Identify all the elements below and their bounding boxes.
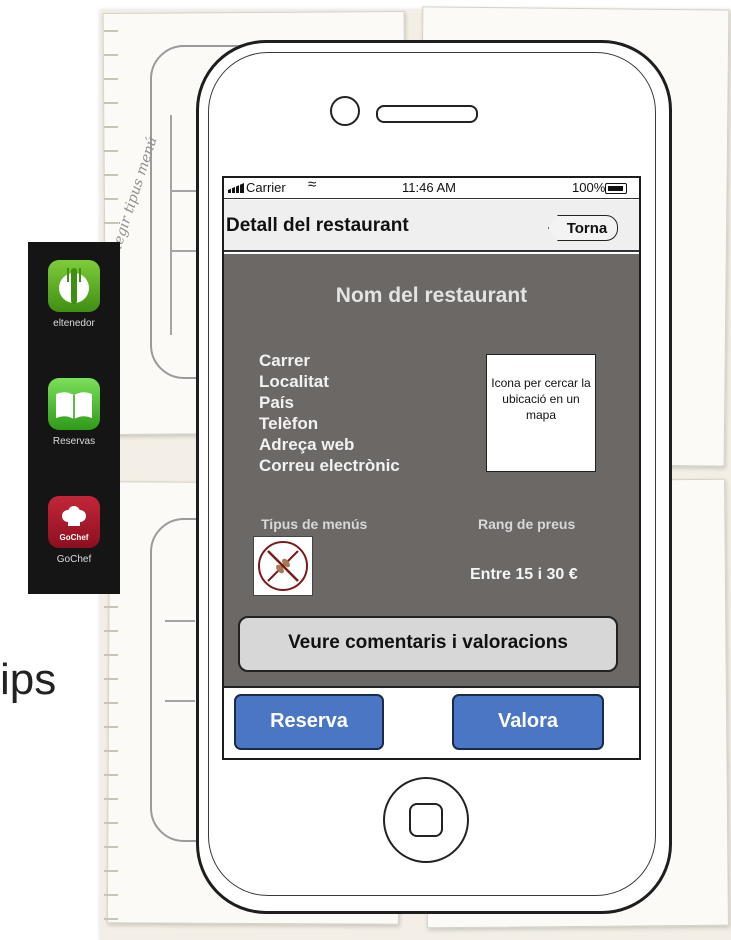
app-reservas[interactable]: Reservas bbox=[28, 378, 120, 447]
gluten-free-icon[interactable] bbox=[253, 536, 313, 596]
price-range-value: Entre 15 i 30 € bbox=[470, 566, 578, 583]
wifi-icon: ≈ bbox=[308, 176, 317, 193]
app-gochef[interactable]: GoChef GoChef bbox=[28, 496, 120, 565]
battery-percentage: 100% bbox=[572, 180, 606, 195]
sketch-line bbox=[165, 620, 195, 622]
restaurant-detail: Nom del restaurant Carrer Localitat País… bbox=[224, 254, 639, 686]
chef-hat-icon: GoChef bbox=[48, 496, 100, 548]
restaurant-name: Nom del restaurant bbox=[335, 284, 528, 307]
icon-circle bbox=[258, 541, 308, 591]
home-square-icon bbox=[409, 803, 443, 837]
rate-button[interactable]: Valora bbox=[452, 694, 604, 750]
speaker-icon bbox=[376, 105, 478, 123]
slide-text-fragment: ips bbox=[0, 655, 57, 704]
menu-types-label: Tipus de menús bbox=[261, 516, 368, 532]
home-button[interactable] bbox=[383, 777, 469, 863]
app-badge: GoChef bbox=[59, 533, 89, 542]
map-button[interactable]: Icona per cercar la ubicació en un mapa bbox=[486, 354, 596, 472]
sketch-line bbox=[165, 700, 195, 702]
price-range-label: Rang de preus bbox=[478, 516, 576, 532]
status-bar: Carrier ≈ 11:46 AM 100% bbox=[224, 178, 639, 199]
book-icon bbox=[48, 378, 100, 430]
bottom-action-bar: Reserva Valora bbox=[224, 686, 639, 758]
reserve-button[interactable]: Reserva bbox=[234, 694, 384, 750]
app-eltenedor[interactable]: eltenedor bbox=[28, 260, 120, 329]
info-city: Localitat bbox=[259, 372, 329, 391]
info-country: País bbox=[259, 393, 294, 412]
status-time: 11:46 AM bbox=[402, 180, 456, 195]
carrier-label: Carrier bbox=[246, 180, 286, 195]
app-label: GoChef bbox=[56, 554, 92, 565]
app-label: Reservas bbox=[52, 436, 96, 447]
nav-bar: Detall del restaurant Torna bbox=[224, 200, 639, 252]
signal-icon bbox=[228, 183, 244, 193]
info-street: Carrer bbox=[259, 351, 311, 370]
view-reviews-button[interactable]: Veure comentaris i valoracions bbox=[238, 616, 618, 672]
battery-icon bbox=[605, 183, 627, 194]
app-label: eltenedor bbox=[53, 318, 95, 329]
app-strip: eltenedor Reservas GoChef GoChef bbox=[28, 242, 120, 594]
page-title: Detall del restaurant bbox=[226, 215, 409, 236]
back-button[interactable]: Torna bbox=[548, 215, 618, 241]
info-website[interactable]: Adreça web bbox=[259, 434, 400, 455]
info-email[interactable]: Correu electrònic bbox=[259, 455, 400, 476]
camera-icon bbox=[330, 96, 360, 126]
sketch-line bbox=[170, 115, 172, 335]
fork-icon bbox=[48, 260, 100, 312]
info-phone[interactable]: Telèfon bbox=[259, 413, 400, 434]
info-list: Carrer Localitat País Telèfon Adreça web… bbox=[259, 350, 400, 476]
phone-screen: Carrier ≈ 11:46 AM 100% Detall del resta… bbox=[222, 176, 641, 760]
